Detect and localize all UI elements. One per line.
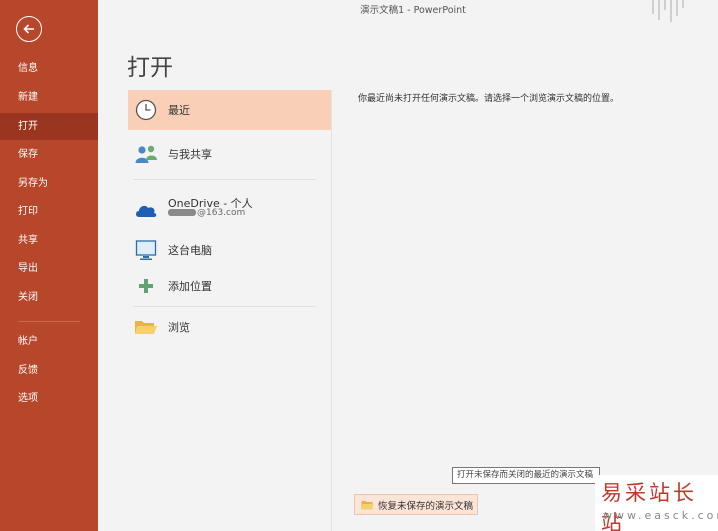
redacted-email-mask (168, 209, 196, 216)
window-title: 演示文稿1 - PowerPoint (360, 5, 466, 16)
nav-save[interactable]: 保存 (0, 141, 98, 168)
watermark-url: www.easck.com (603, 509, 718, 522)
location-browse[interactable]: 浏览 (128, 307, 332, 347)
recover-unsaved-button[interactable]: 恢复未保存的演示文稿 (354, 494, 478, 515)
watermark-title: 易采站长站 (601, 481, 697, 531)
site-watermark: 易采站长站 www.easck.com (595, 475, 718, 531)
location-recent[interactable]: 最近 (128, 90, 332, 130)
nav-info[interactable]: 信息 (0, 55, 98, 82)
nav-divider (18, 321, 80, 322)
location-account: @163.com (168, 208, 245, 218)
nav-close[interactable]: 关闭 (0, 284, 98, 311)
nav-export[interactable]: 导出 (0, 255, 98, 282)
location-list: 最近 与我共享 OneDrive - 个人 @163.com 这台电脑 添加位置… (128, 90, 332, 531)
folder-icon (134, 315, 158, 339)
empty-recent-message: 你最近尚未打开任何演示文稿。请选择一个浏览演示文稿的位置。 (358, 94, 620, 104)
recover-button-label: 恢复未保存的演示文稿 (378, 500, 474, 512)
cloud-icon (134, 198, 158, 222)
location-label: 最近 (168, 104, 190, 117)
clock-icon (134, 98, 158, 122)
nav-print[interactable]: 打印 (0, 198, 98, 225)
location-add-place[interactable]: 添加位置 (128, 266, 332, 306)
location-label: 这台电脑 (168, 244, 212, 257)
plus-icon (134, 274, 158, 298)
backstage-sidebar: 信息 新建 打开 保存 另存为 打印 共享 导出 关闭 帐户 反馈 选项 (0, 0, 98, 531)
nav-account[interactable]: 帐户 (0, 328, 98, 355)
title-decoration (652, 0, 700, 22)
location-this-pc[interactable]: 这台电脑 (128, 230, 332, 270)
location-onedrive[interactable]: OneDrive - 个人 @163.com (128, 190, 332, 230)
location-label: 浏览 (168, 321, 190, 334)
back-arrow-icon (23, 24, 34, 34)
nav-share[interactable]: 共享 (0, 227, 98, 254)
location-divider (133, 179, 316, 180)
column-separator (331, 90, 332, 531)
people-icon (134, 142, 158, 166)
nav-save-as[interactable]: 另存为 (0, 170, 98, 197)
location-label: 与我共享 (168, 148, 212, 161)
nav-feedback[interactable]: 反馈 (0, 357, 98, 384)
back-button[interactable] (16, 16, 42, 42)
nav-options[interactable]: 选项 (0, 385, 98, 412)
nav-open[interactable]: 打开 (0, 113, 98, 140)
location-label: 添加位置 (168, 280, 212, 293)
nav-new[interactable]: 新建 (0, 84, 98, 111)
page-title: 打开 (127, 55, 173, 81)
location-shared[interactable]: 与我共享 (128, 134, 332, 174)
tooltip: 打开未保存而关闭的最近的演示文稿 (452, 467, 600, 484)
folder-icon (361, 500, 374, 509)
computer-icon (134, 238, 158, 262)
